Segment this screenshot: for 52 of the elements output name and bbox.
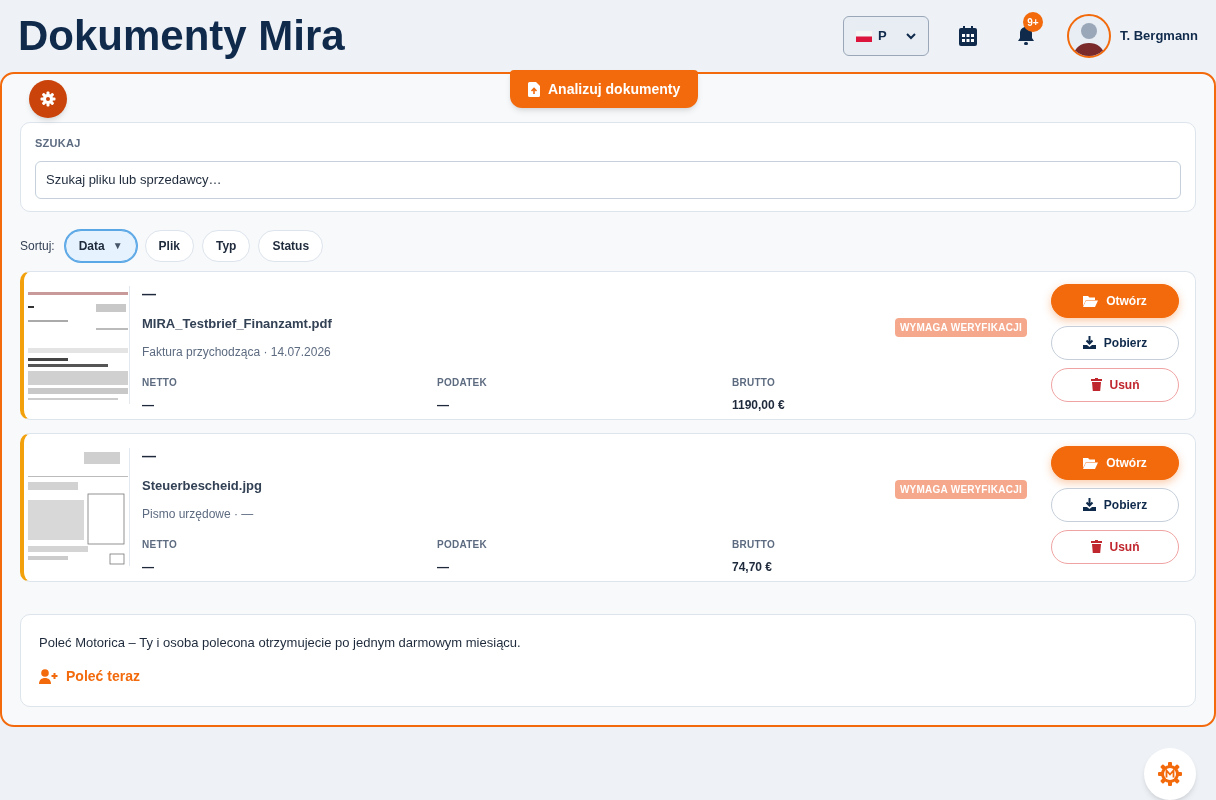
file-name: MIRA_Testbrief_Finanzamt.pdf xyxy=(142,315,332,334)
assistant-button[interactable] xyxy=(1144,748,1196,800)
sort-chip[interactable]: Data ▼ xyxy=(64,229,137,262)
field-label: PODATEK xyxy=(437,375,488,390)
field-value: 74,70 € xyxy=(732,558,774,576)
sort-label: Sortuj: xyxy=(20,237,55,255)
referral-text: Poleć Motorica – Ty i osoba polecona otrzymujecie po jednym darmowym miesiącu. xyxy=(39,633,522,652)
field-value: — xyxy=(142,396,155,414)
field-label: BRUTTO xyxy=(732,375,776,390)
sort-chip[interactable]: Plik xyxy=(144,229,194,262)
download-button[interactable]: Pobierz xyxy=(1051,487,1179,522)
avatar[interactable] xyxy=(1067,14,1111,58)
settings-button[interactable] xyxy=(29,80,67,118)
field-label: BRUTTO xyxy=(732,537,776,552)
folder-icon xyxy=(1083,294,1099,307)
search-field[interactable]: Szukaj pliku lub sprzedawcy… xyxy=(35,160,1181,199)
document-title: — xyxy=(142,285,157,302)
notification-badge: 9+ xyxy=(1023,12,1043,32)
field-label: PODATEK xyxy=(437,537,488,552)
search-label: SZUKAJ xyxy=(35,136,82,151)
sort-chip[interactable]: Status xyxy=(258,229,324,262)
flag-icon xyxy=(856,30,872,42)
status-badge: WYMAGA WERYFIKACJI xyxy=(894,479,1027,499)
gear-icon xyxy=(40,91,56,107)
status-badge: WYMAGA WERYFIKACJI xyxy=(894,317,1027,337)
language-select[interactable]: P xyxy=(843,16,929,56)
chevron-down-icon xyxy=(906,32,916,40)
delete-button[interactable]: Usuń xyxy=(1051,367,1179,402)
field-label: NETTO xyxy=(142,375,178,390)
download-icon xyxy=(1082,336,1096,349)
field-value: — xyxy=(437,396,450,414)
file-upload-icon xyxy=(528,81,540,97)
trash-icon xyxy=(1090,540,1102,553)
delete-button[interactable]: Usuń xyxy=(1051,529,1179,564)
field-value: — xyxy=(437,558,450,576)
field-value: 1190,00 € xyxy=(732,396,786,414)
trash-icon xyxy=(1090,378,1102,391)
field-value: — xyxy=(142,558,155,576)
document-subtitle: Faktura przychodząca · 14.07.2026 xyxy=(142,343,332,361)
calendar-icon[interactable] xyxy=(959,26,977,46)
add-user-icon xyxy=(39,669,58,684)
download-button[interactable]: Pobierz xyxy=(1051,325,1179,360)
file-name: Steuerbescheid.jpg xyxy=(142,477,262,496)
user-name: T. Bergmann xyxy=(1120,27,1198,46)
document-subtitle: Pismo urzędowe · — xyxy=(142,505,255,523)
field-label: NETTO xyxy=(142,537,178,552)
sort-chip[interactable]: Typ xyxy=(201,229,251,262)
folder-icon xyxy=(1083,456,1099,469)
logo xyxy=(1157,761,1183,787)
page-title: Dokumenty Mira xyxy=(18,15,345,57)
document-title: — xyxy=(142,447,157,464)
download-icon xyxy=(1082,498,1096,511)
